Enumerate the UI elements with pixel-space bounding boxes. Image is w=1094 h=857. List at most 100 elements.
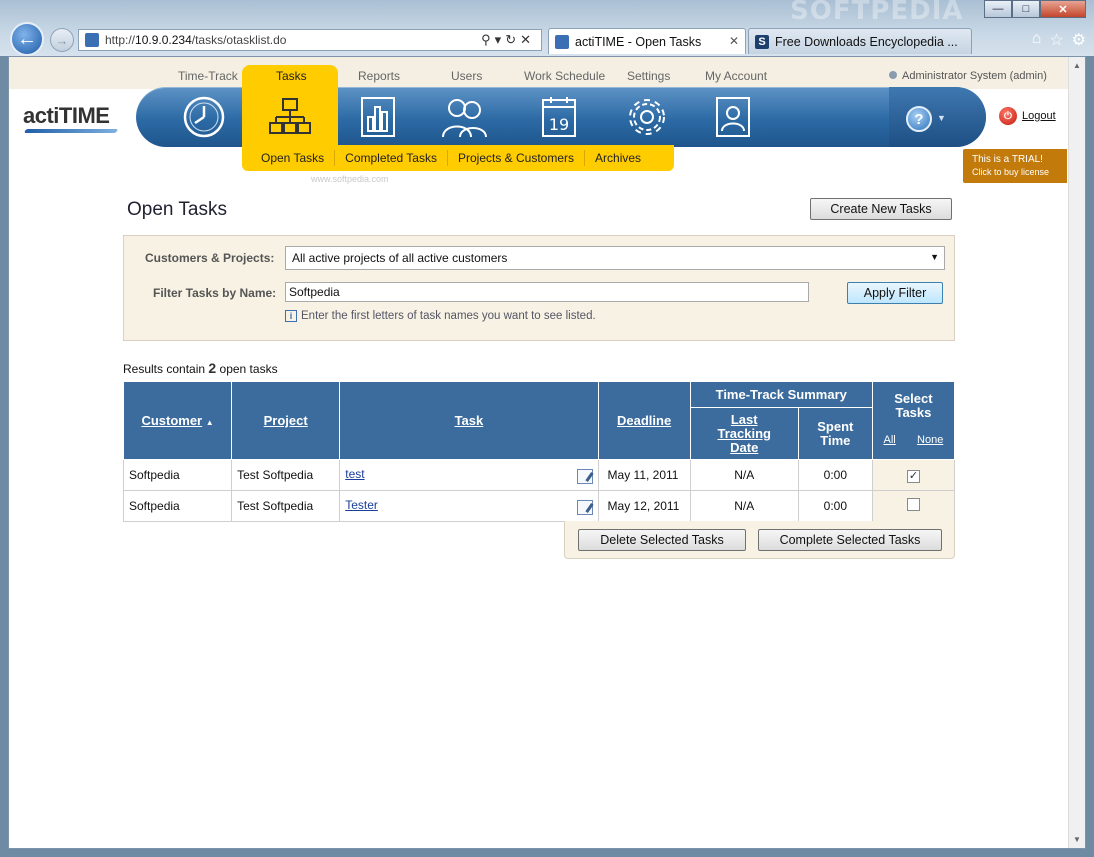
create-new-tasks-button[interactable]: Create New Tasks — [810, 198, 952, 220]
close-tab-icon[interactable]: ✕ — [729, 34, 739, 48]
tools-gear-icon[interactable]: ⚙ — [1072, 30, 1086, 50]
nav-time-track[interactable]: Time-Track — [178, 69, 238, 83]
help-icon[interactable]: ? — [906, 106, 932, 132]
forward-icon[interactable]: → — [50, 28, 74, 52]
table-row: Softpedia Test Softpedia test May 11, 20… — [122, 459, 956, 491]
page-favicon-icon — [85, 33, 99, 47]
settings-gear-icon[interactable] — [623, 95, 671, 139]
page-viewport: Time-Track Tasks Reports Users Work Sche… — [8, 56, 1086, 849]
customers-projects-select[interactable]: All active projects of all active custom… — [285, 246, 945, 270]
column-header-time-track-summary: Time-Track Summary — [689, 381, 873, 408]
delete-selected-tasks-button[interactable]: Delete Selected Tasks — [578, 529, 746, 551]
trial-badge[interactable]: This is a TRIAL! Click to buy license — [963, 149, 1067, 183]
window-controls: — □ ✕ — [984, 0, 1086, 18]
filter-name-input[interactable] — [285, 282, 809, 302]
nav-tasks[interactable]: Tasks — [276, 69, 307, 83]
tab-label: actiTIME - Open Tasks — [575, 34, 702, 49]
select-none-link[interactable]: None — [917, 434, 943, 446]
sub-tab-projects-customers[interactable]: Projects & Customers — [446, 150, 584, 166]
vertical-scrollbar[interactable]: ▲ ▼ — [1068, 57, 1085, 848]
svg-text:19: 19 — [549, 115, 569, 134]
user-name: Administrator System (admin) — [902, 70, 1047, 82]
task-link[interactable]: Tester — [345, 498, 378, 512]
column-header-task[interactable]: Task — [339, 381, 599, 460]
softpedia-favicon-icon: S — [755, 34, 769, 49]
cell-task: Tester — [339, 490, 599, 522]
sub-tab-archives[interactable]: Archives — [584, 150, 651, 166]
edit-icon[interactable] — [576, 499, 593, 515]
column-header-last-tracking-date[interactable]: Last Tracking Date — [689, 407, 799, 460]
cell-deadline: May 12, 2011 — [597, 490, 691, 522]
minimize-button[interactable]: — — [984, 0, 1012, 18]
tab-label: Free Downloads Encyclopedia ... — [775, 34, 958, 49]
nav-users[interactable]: Users — [451, 69, 482, 83]
table-row: Softpedia Test Softpedia Tester May 12, … — [122, 490, 956, 522]
home-icon[interactable]: ⌂ — [1032, 30, 1042, 50]
nav-work-schedule[interactable]: Work Schedule — [524, 69, 605, 83]
customers-projects-label: Customers & Projects: — [145, 251, 275, 265]
browser-chrome: SOFTPEDIA — □ ✕ ← → http://10.9.0.234/ta… — [0, 0, 1094, 56]
column-header-project[interactable]: Project — [231, 381, 341, 460]
softpedia-watermark: www.softpedia.com — [311, 174, 389, 184]
nav-reports[interactable]: Reports — [358, 69, 400, 83]
info-icon: i — [285, 310, 297, 322]
cell-select: ✓ — [871, 459, 956, 491]
tasks-hierarchy-icon[interactable] — [266, 95, 314, 139]
column-header-spent-time: Spent Time — [797, 407, 873, 460]
column-header-deadline[interactable]: Deadline — [597, 381, 691, 460]
column-header-customer[interactable]: Customer ▲ — [122, 381, 233, 460]
chevron-down-icon: ▼ — [930, 252, 939, 262]
users-people-icon[interactable] — [440, 95, 488, 139]
task-link[interactable]: test — [345, 467, 364, 481]
maximize-button[interactable]: □ — [1012, 0, 1040, 18]
tab-actitime[interactable]: actiTIME - Open Tasks ✕ — [548, 28, 746, 54]
reports-chart-icon[interactable] — [354, 95, 402, 139]
cell-last-tracking: N/A — [689, 490, 799, 522]
apply-filter-button[interactable]: Apply Filter — [847, 282, 943, 304]
tasks-table: Customer ▲ Project Task Deadline Time-Tr… — [122, 381, 956, 522]
cell-project: Test Softpedia — [231, 490, 341, 522]
edit-icon[interactable] — [576, 468, 593, 484]
nav-my-account[interactable]: My Account — [705, 69, 767, 83]
bulk-actions-panel: Delete Selected Tasks Complete Selected … — [564, 521, 955, 559]
scroll-up-icon[interactable]: ▲ — [1073, 61, 1081, 70]
tab-softpedia[interactable]: S Free Downloads Encyclopedia ... — [748, 28, 972, 54]
power-icon[interactable]: ⏻ — [999, 107, 1017, 125]
task-checkbox[interactable]: ✓ — [906, 469, 920, 483]
trial-subtitle: Click to buy license — [972, 167, 1050, 177]
address-controls[interactable]: ⚲▾↻✕ — [481, 32, 535, 48]
browser-toolbar-icons: ⌂ ☆ ⚙ — [1032, 30, 1086, 50]
select-all-link[interactable]: All — [884, 434, 896, 446]
filter-panel: Customers & Projects: All active project… — [123, 235, 955, 341]
my-account-profile-icon[interactable] — [709, 95, 757, 139]
cell-last-tracking: N/A — [689, 459, 799, 491]
cell-project: Test Softpedia — [231, 459, 341, 491]
sub-nav: Open Tasks Completed Tasks Projects & Cu… — [242, 145, 674, 171]
chevron-down-icon[interactable]: ▼ — [937, 113, 946, 123]
column-header-select-tasks: Select Tasks All None — [871, 381, 956, 460]
scroll-down-icon[interactable]: ▼ — [1073, 835, 1081, 844]
results-summary: Results contain 2 open tasks — [123, 360, 278, 376]
sub-tab-completed-tasks[interactable]: Completed Tasks — [334, 150, 447, 166]
sub-tab-open-tasks[interactable]: Open Tasks — [242, 150, 334, 166]
filter-name-label: Filter Tasks by Name: — [153, 286, 277, 300]
cell-spent-time: 0:00 — [797, 459, 873, 491]
trial-title: This is a TRIAL! — [972, 154, 1043, 165]
nav-settings[interactable]: Settings — [627, 69, 670, 83]
task-checkbox[interactable] — [906, 498, 920, 511]
time-track-clock-icon[interactable] — [180, 95, 228, 139]
work-schedule-calendar-icon[interactable]: 19 — [535, 95, 583, 139]
cell-customer: Softpedia — [122, 459, 233, 491]
logout-link[interactable]: Logout — [1022, 110, 1056, 122]
complete-selected-tasks-button[interactable]: Complete Selected Tasks — [758, 529, 942, 551]
favorites-star-icon[interactable]: ☆ — [1049, 30, 1063, 50]
actitime-favicon-icon — [555, 34, 569, 49]
cell-select — [871, 490, 956, 522]
address-bar[interactable]: http://10.9.0.234/tasks/otasklist.do ⚲▾↻… — [78, 29, 542, 51]
cell-task: test — [339, 459, 599, 491]
watermark: SOFTPEDIA — [790, 0, 964, 26]
close-window-button[interactable]: ✕ — [1040, 0, 1086, 18]
user-icon — [889, 71, 897, 79]
back-icon[interactable]: ← — [10, 22, 44, 56]
cell-customer: Softpedia — [122, 490, 233, 522]
